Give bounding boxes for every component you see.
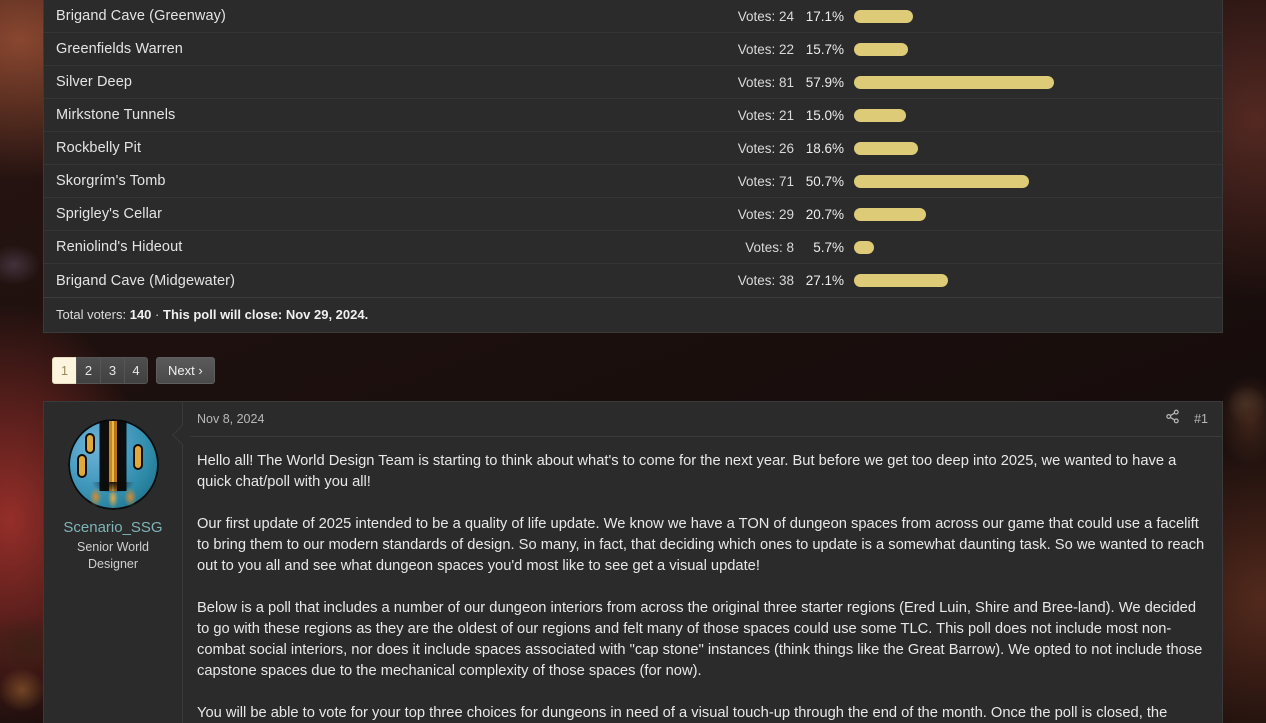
poll-row: Mirkstone Tunnels Votes: 21 15.0% [44, 99, 1222, 132]
avatar-leaf-right [134, 446, 141, 468]
poll-option-percent: 18.6% [805, 140, 844, 156]
poll-option-percent: 57.9% [805, 74, 844, 90]
poll-bar-fill [854, 207, 926, 221]
post-date[interactable]: Nov 8, 2024 [197, 412, 264, 426]
forum-post: Scenario_SSG Senior World Designer Nov 8… [43, 401, 1223, 723]
poll-bar-fill [854, 174, 1030, 188]
poll-bar-fill [854, 141, 919, 155]
post-header: Nov 8, 2024 #1 [183, 402, 1222, 437]
poll-row: Greenfields Warren Votes: 22 15.7% [44, 33, 1222, 66]
poll-bar-track [854, 174, 1054, 188]
post-paragraph: Below is a poll that includes a number o… [197, 600, 1203, 679]
poll-results-card: Brigand Cave (Greenway) Votes: 24 17.1% Gre… [43, 0, 1223, 333]
poll-row: Rockbelly Pit Votes: 26 18.6% [44, 132, 1222, 165]
poll-option-percent: 5.7% [813, 239, 844, 255]
poll-option-name: Brigand Cave (Midgewater) [56, 272, 235, 289]
poll-bar-track [854, 75, 1054, 89]
poll-option-percent: 15.0% [805, 107, 844, 123]
post-author-title: Senior World Designer [54, 539, 172, 573]
poll-rows: Brigand Cave (Greenway) Votes: 24 17.1% Gre… [44, 0, 1222, 297]
poll-option-votes: Votes: 71 [737, 173, 794, 189]
poll-option-votes: Votes: 38 [737, 273, 794, 288]
post-author-title-line2: Designer [87, 557, 139, 571]
poll-close-label: This poll will close: [163, 307, 283, 322]
poll-option-votes: Votes: 22 [737, 41, 794, 57]
pagination-page-2[interactable]: 2 [76, 357, 100, 384]
poll-bar-track [854, 42, 1054, 56]
poll-close-value: Nov 29, 2024. [285, 307, 369, 322]
footer-separator: · [155, 307, 160, 322]
poll-option-votes: Votes: 24 [737, 8, 794, 24]
post-paragraph: You will be able to vote for your top th… [197, 705, 1168, 721]
poll-option-votes: Votes: 29 [737, 206, 794, 222]
poll-row: Brigand Cave (Greenway) Votes: 24 17.1% [44, 0, 1222, 33]
post-author-username[interactable]: Scenario_SSG [54, 519, 172, 536]
poll-option-name: Mirkstone Tunnels [56, 107, 176, 123]
poll-option-name: Skorgrím's Tomb [56, 173, 166, 189]
poll-row: Brigand Cave (Midgewater) Votes: 38 27.1% [44, 264, 1222, 297]
poll-option-votes: Votes: 26 [737, 140, 794, 156]
poll-bar-track [854, 108, 1054, 122]
post-paragraph: Our first update of 2025 intended to be … [197, 516, 1205, 574]
poll-option-votes: Votes: 21 [737, 107, 794, 123]
poll-option-votes: Votes: 81 [737, 74, 794, 90]
pagination: 1234 Next › [52, 357, 1223, 384]
poll-option-name: Reniolind's Hideout [56, 239, 183, 255]
poll-row: Reniolind's Hideout Votes: 8 5.7% [44, 231, 1222, 264]
pagination-page-4[interactable]: 4 [124, 357, 148, 384]
post-body: Hello all! The World Design Team is star… [183, 437, 1222, 723]
poll-bar-track [854, 207, 1054, 221]
poll-option-name: Sprigley's Cellar [56, 206, 163, 222]
post-header-actions: #1 [1165, 409, 1208, 429]
poll-row: Silver Deep Votes: 81 57.9% [44, 66, 1222, 99]
poll-option-percent: 20.7% [805, 206, 844, 222]
poll-option-percent: 27.1% [805, 273, 844, 288]
content-column: Brigand Cave (Greenway) Votes: 24 17.1% Gre… [43, 0, 1223, 723]
poll-bar-fill [854, 240, 874, 254]
post-paragraph: Hello all! The World Design Team is star… [197, 453, 1177, 490]
poll-bar-track [854, 9, 1054, 23]
post-author-title-line1: Senior World [76, 540, 150, 554]
poll-option-name: Brigand Cave (Greenway) [56, 8, 226, 24]
total-voters-value: 140 [129, 307, 152, 322]
pagination-page-3[interactable]: 3 [100, 357, 124, 384]
poll-bar-fill [854, 108, 906, 122]
poll-option-name: Silver Deep [56, 74, 133, 90]
post-main: Nov 8, 2024 #1 Hello all! The World Desi… [182, 402, 1222, 723]
post-number[interactable]: #1 [1194, 412, 1208, 426]
poll-row: Sprigley's Cellar Votes: 29 20.7% [44, 198, 1222, 231]
avatar[interactable] [67, 419, 159, 510]
poll-option-percent: 50.7% [805, 173, 844, 189]
poll-bar-track [854, 141, 1054, 155]
pagination-next-button[interactable]: Next › [156, 357, 215, 384]
avatar-trunk [105, 421, 121, 491]
poll-row: Skorgrím's Tomb Votes: 71 50.7% [44, 165, 1222, 198]
avatar-roots [82, 482, 144, 508]
poll-option-name: Greenfields Warren [56, 41, 183, 57]
poll-option-votes: Votes: 8 [745, 239, 794, 255]
poll-bar-fill [854, 75, 1054, 89]
poll-bar-fill [854, 42, 909, 56]
poll-option-name: Rockbelly Pit [56, 140, 142, 156]
pagination-page-buttons: 1234 [52, 357, 148, 384]
avatar-leaf-left-lower [78, 456, 85, 476]
poll-bar-fill [854, 274, 948, 287]
post-author-sidebar: Scenario_SSG Senior World Designer [44, 402, 182, 723]
total-voters-label: Total voters: [56, 307, 127, 322]
poll-bar-track [854, 274, 1054, 287]
share-icon[interactable] [1165, 409, 1180, 429]
pagination-page-1[interactable]: 1 [52, 357, 76, 384]
avatar-leaf-left-upper [86, 435, 93, 452]
poll-bar-track [854, 240, 1054, 254]
poll-bar-fill [854, 9, 914, 23]
poll-footer: Total voters: 140 · This poll will close… [44, 297, 1222, 332]
poll-option-percent: 15.7% [805, 41, 844, 57]
poll-option-percent: 17.1% [805, 8, 844, 24]
